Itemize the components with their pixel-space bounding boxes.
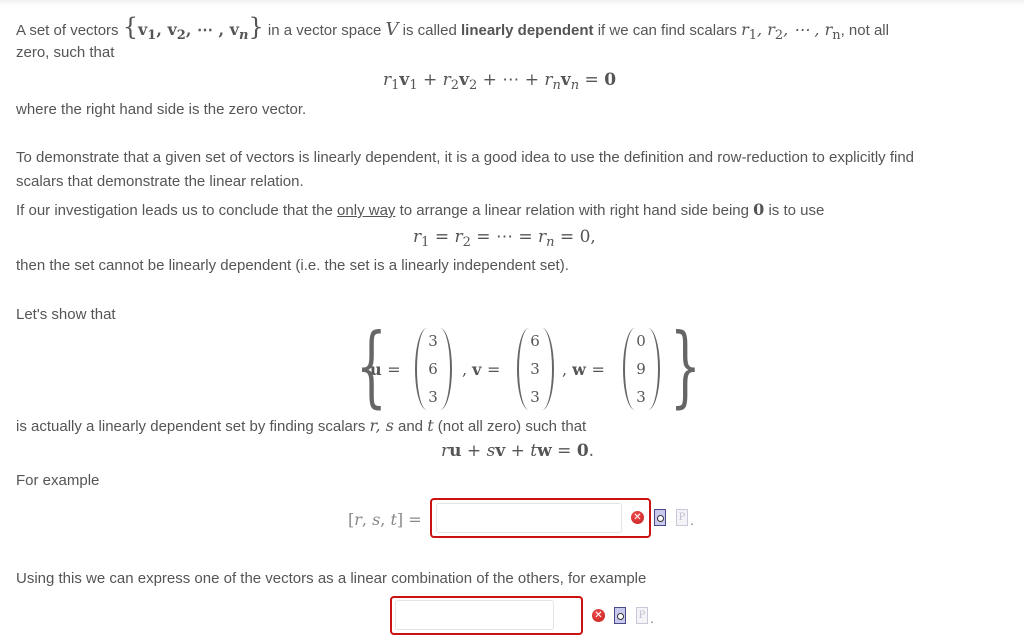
text: is to use (764, 202, 825, 219)
vector-v-label: , v = (462, 360, 501, 379)
text: , not all (840, 22, 889, 39)
zero-vector-note: where the right hand side is the zero ve… (16, 101, 307, 118)
error-icon: ✕ (631, 511, 644, 524)
text: A set of vectors (16, 22, 123, 39)
only-way-paragraph: If our investigation leads us to conclud… (16, 200, 824, 219)
w-entry-1: 0 (636, 332, 646, 350)
w-entry-2: 9 (636, 360, 646, 378)
demo-paragraph-line2: scalars that demonstrate the linear rela… (16, 173, 304, 190)
lets-show-text: Let's show that (16, 306, 116, 323)
top-shadow (0, 0, 1024, 6)
brace-close: } (248, 13, 264, 41)
scalars-list: r1, r2, ⋯ , rn (741, 20, 841, 43)
vector-w-label: , w = (562, 360, 605, 379)
text: is actually a linearly dependent set by … (16, 418, 370, 435)
paren-right-w (648, 328, 660, 410)
w-entry-3: 3 (636, 388, 646, 406)
paren-right-v (542, 328, 554, 410)
error-icon: ✕ (592, 609, 605, 622)
scalars-rs: r, s (369, 416, 394, 435)
answer2-input[interactable] (395, 600, 554, 630)
period: . (650, 610, 654, 626)
u-entry-3: 3 (428, 388, 438, 406)
for-example-text: For example (16, 472, 100, 489)
text: in a vector space (267, 22, 386, 39)
space-symbol: V (385, 19, 399, 40)
paren-right-u (440, 328, 452, 410)
text: If our investigation leads us to conclud… (16, 202, 338, 219)
using-this-text: Using this we can express one of the vec… (16, 570, 647, 587)
independent-note: then the set cannot be linearly dependen… (16, 257, 569, 274)
v-entry-3: 3 (530, 388, 540, 406)
help-icon[interactable]: P (676, 509, 688, 526)
definition-paragraph: A set of vectors {v1, v2, ⋯ , vn} in a v… (16, 13, 889, 47)
v-entry-1: 6 (530, 332, 540, 350)
text: if we can find scalars (593, 22, 742, 39)
equation-relation: ru + sv + tw = 0. (441, 441, 595, 461)
period: . (690, 512, 694, 528)
equation-linear-combination: r1v1 + r2v2 + ⋯ + rnvn = 0 (383, 70, 617, 93)
u-entry-1: 3 (428, 332, 438, 350)
underlined-only-way: only way (337, 202, 396, 219)
dependent-claim: is actually a linearly dependent set by … (16, 416, 586, 435)
definition-line2: zero, such that (16, 44, 115, 61)
answer1-label: [r, s, t] = (348, 510, 422, 529)
bold-term: linearly dependent (460, 22, 594, 39)
text: and (393, 418, 428, 435)
demo-paragraph-line1: To demonstrate that a given set of vecto… (16, 149, 915, 166)
preview-icon[interactable] (614, 607, 626, 624)
text: is called (402, 22, 461, 39)
brace-open: { (122, 13, 138, 41)
answer1-input[interactable] (436, 503, 622, 533)
v-entry-2: 3 (530, 360, 540, 378)
set-vectors: v1, v2, ⋯ , vn (138, 20, 249, 43)
u-entry-2: 6 (428, 360, 438, 378)
equation-trivial: r1 = r2 = ⋯ = rn = 0, (413, 227, 596, 250)
preview-icon[interactable] (654, 509, 666, 526)
text: (not all zero) such that (433, 418, 587, 435)
text: to arrange a linear relation with right … (395, 202, 754, 219)
zero-symbol: 0 (753, 200, 765, 219)
vector-u-label: u = (370, 360, 401, 379)
set-brace-close: } (670, 314, 701, 417)
help-icon[interactable]: P (636, 607, 648, 624)
